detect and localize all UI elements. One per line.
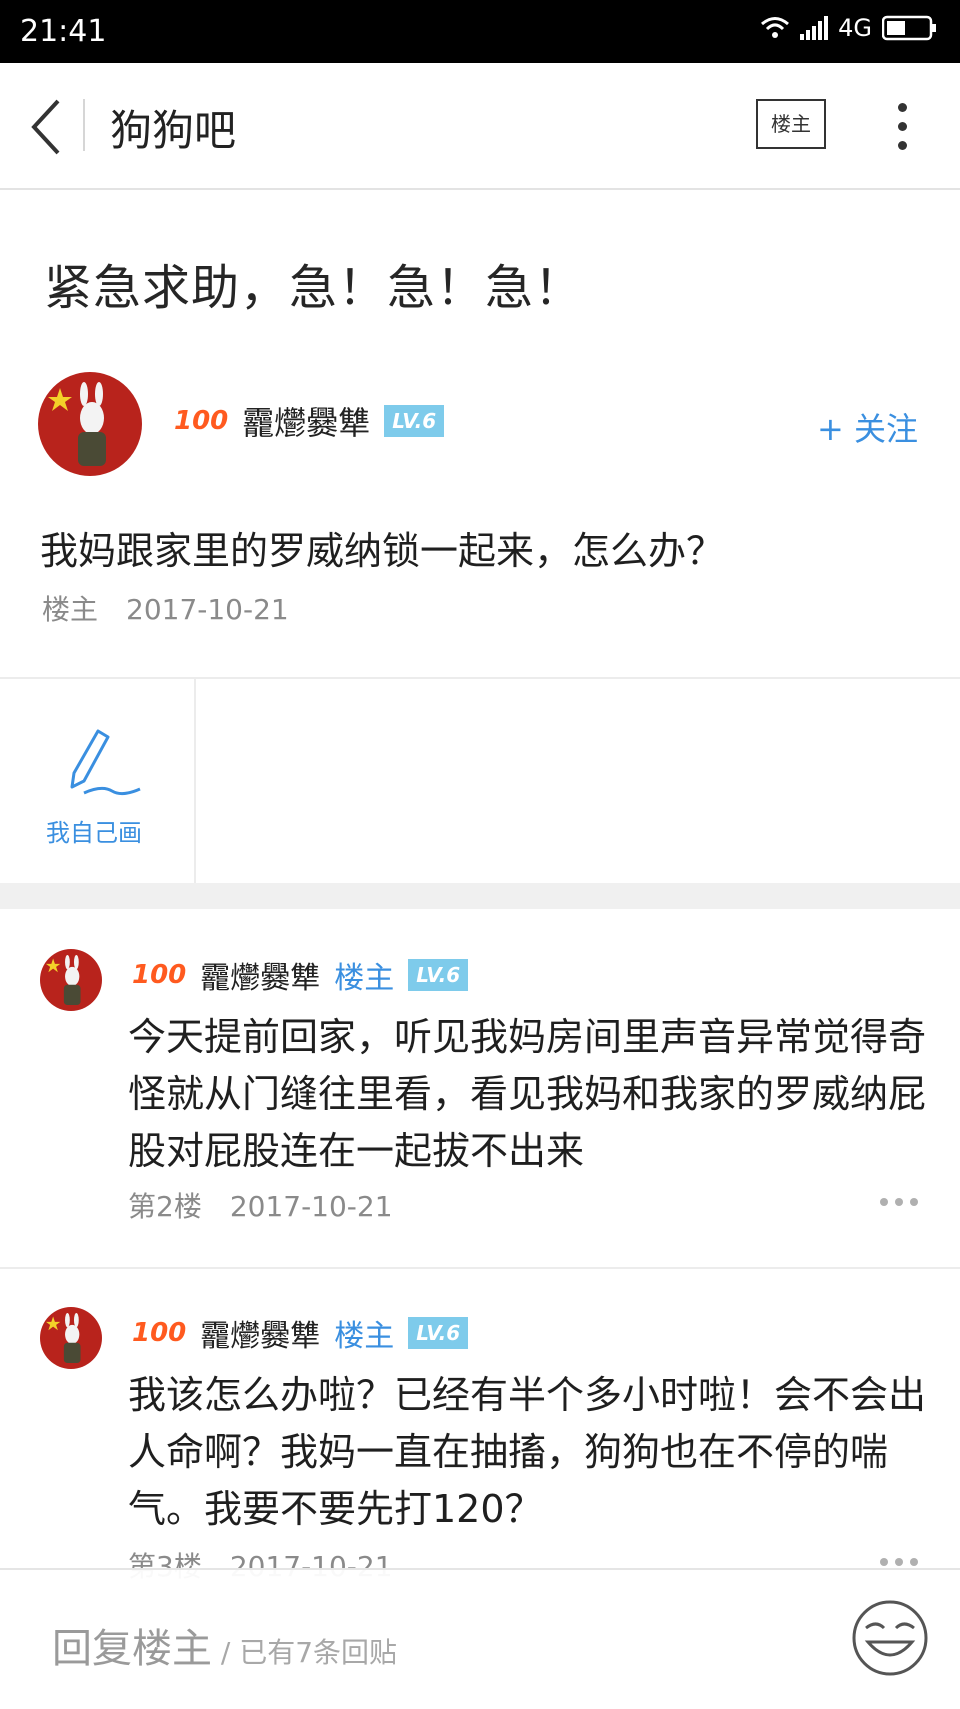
reply-bar: 回复楼主 / 已有7条回贴 (0, 1568, 960, 1709)
reply-header: 100 龗爩爨犨 楼主 LV.6 (132, 953, 469, 997)
reply-placeholder: 回复楼主 (52, 1626, 212, 1672)
nav-divider (83, 99, 85, 151)
post-meta: 楼主 2017-10-21 (42, 593, 289, 626)
section-gap (0, 883, 960, 909)
avatar[interactable] (40, 1307, 102, 1369)
username[interactable]: 龗爩爨犨 (200, 953, 320, 997)
status-icons: 4G (760, 14, 938, 42)
tool-row: 我自己画 (0, 677, 960, 885)
status-bar: 21:41 4G (0, 0, 960, 63)
hundred-badge-icon: 100 (132, 1318, 187, 1348)
username[interactable]: 龗爩爨犨 (242, 398, 370, 444)
avatar[interactable] (38, 372, 142, 476)
post-content: 我妈跟家里的罗威纳锁一起来，怎么办？ (40, 529, 725, 573)
pencil-icon (70, 729, 141, 796)
battery-icon (882, 15, 936, 41)
reply-header: 100 龗爩爨犨 楼主 LV.6 (132, 1311, 469, 1355)
op-user-row: 100 龗爩爨犨 LV.6 (174, 398, 445, 444)
reply-item: 100 龗爩爨犨 楼主 LV.6 我该怎么办啦？已经有半个多小时啦！会不会出人命… (0, 1269, 960, 1583)
back-arrow-icon[interactable] (26, 97, 66, 157)
reply-content: 今天提前回家，听见我妈房间里声音异常觉得奇怪就从门缝往里看，看见我妈和我家的罗威… (128, 1015, 927, 1173)
more-menu-icon[interactable] (896, 103, 908, 151)
emoji-icon[interactable] (850, 1598, 930, 1678)
avatar[interactable] (40, 949, 102, 1011)
op-label: 楼主 (334, 961, 395, 996)
only-op-button[interactable]: 楼主 (756, 99, 826, 149)
reply-item: 100 龗爩爨犨 楼主 LV.6 今天提前回家，听见我妈房间里声音异常觉得奇怪就… (0, 909, 960, 1267)
draw-tool-button[interactable]: 我自己画 (0, 679, 196, 885)
level-badge: LV.6 (408, 1317, 469, 1349)
follow-button[interactable]: + 关注 (817, 404, 918, 450)
post-title: 紧急求助，急！急！急！ (44, 260, 584, 316)
level-badge: LV.6 (384, 405, 445, 437)
nav-bar: 狗狗吧 楼主 (0, 63, 960, 190)
reply-meta: 第2楼 2017-10-21 (128, 1190, 393, 1223)
status-time: 21:41 (20, 14, 107, 49)
reply-input[interactable]: 回复楼主 / 已有7条回贴 (52, 1616, 397, 1674)
op-label: 楼主 (334, 1319, 395, 1354)
username[interactable]: 龗爩爨犨 (200, 1311, 320, 1355)
hundred-badge-icon: 100 (132, 960, 187, 990)
forum-title[interactable]: 狗狗吧 (110, 97, 236, 158)
reply-count: / 已有7条回贴 (212, 1636, 398, 1669)
hundred-badge-icon: 100 (174, 406, 229, 436)
reply-content: 我该怎么办啦？已经有半个多小时啦！会不会出人命啊？我妈一直在抽搐，狗狗也在不停的… (128, 1373, 927, 1531)
signal-icon (800, 16, 829, 40)
level-badge: LV.6 (408, 959, 469, 991)
draw-tool-label: 我自己画 (46, 819, 142, 847)
more-options-icon[interactable] (873, 1191, 918, 1210)
network-type: 4G (838, 14, 872, 42)
wifi-icon (761, 17, 790, 38)
